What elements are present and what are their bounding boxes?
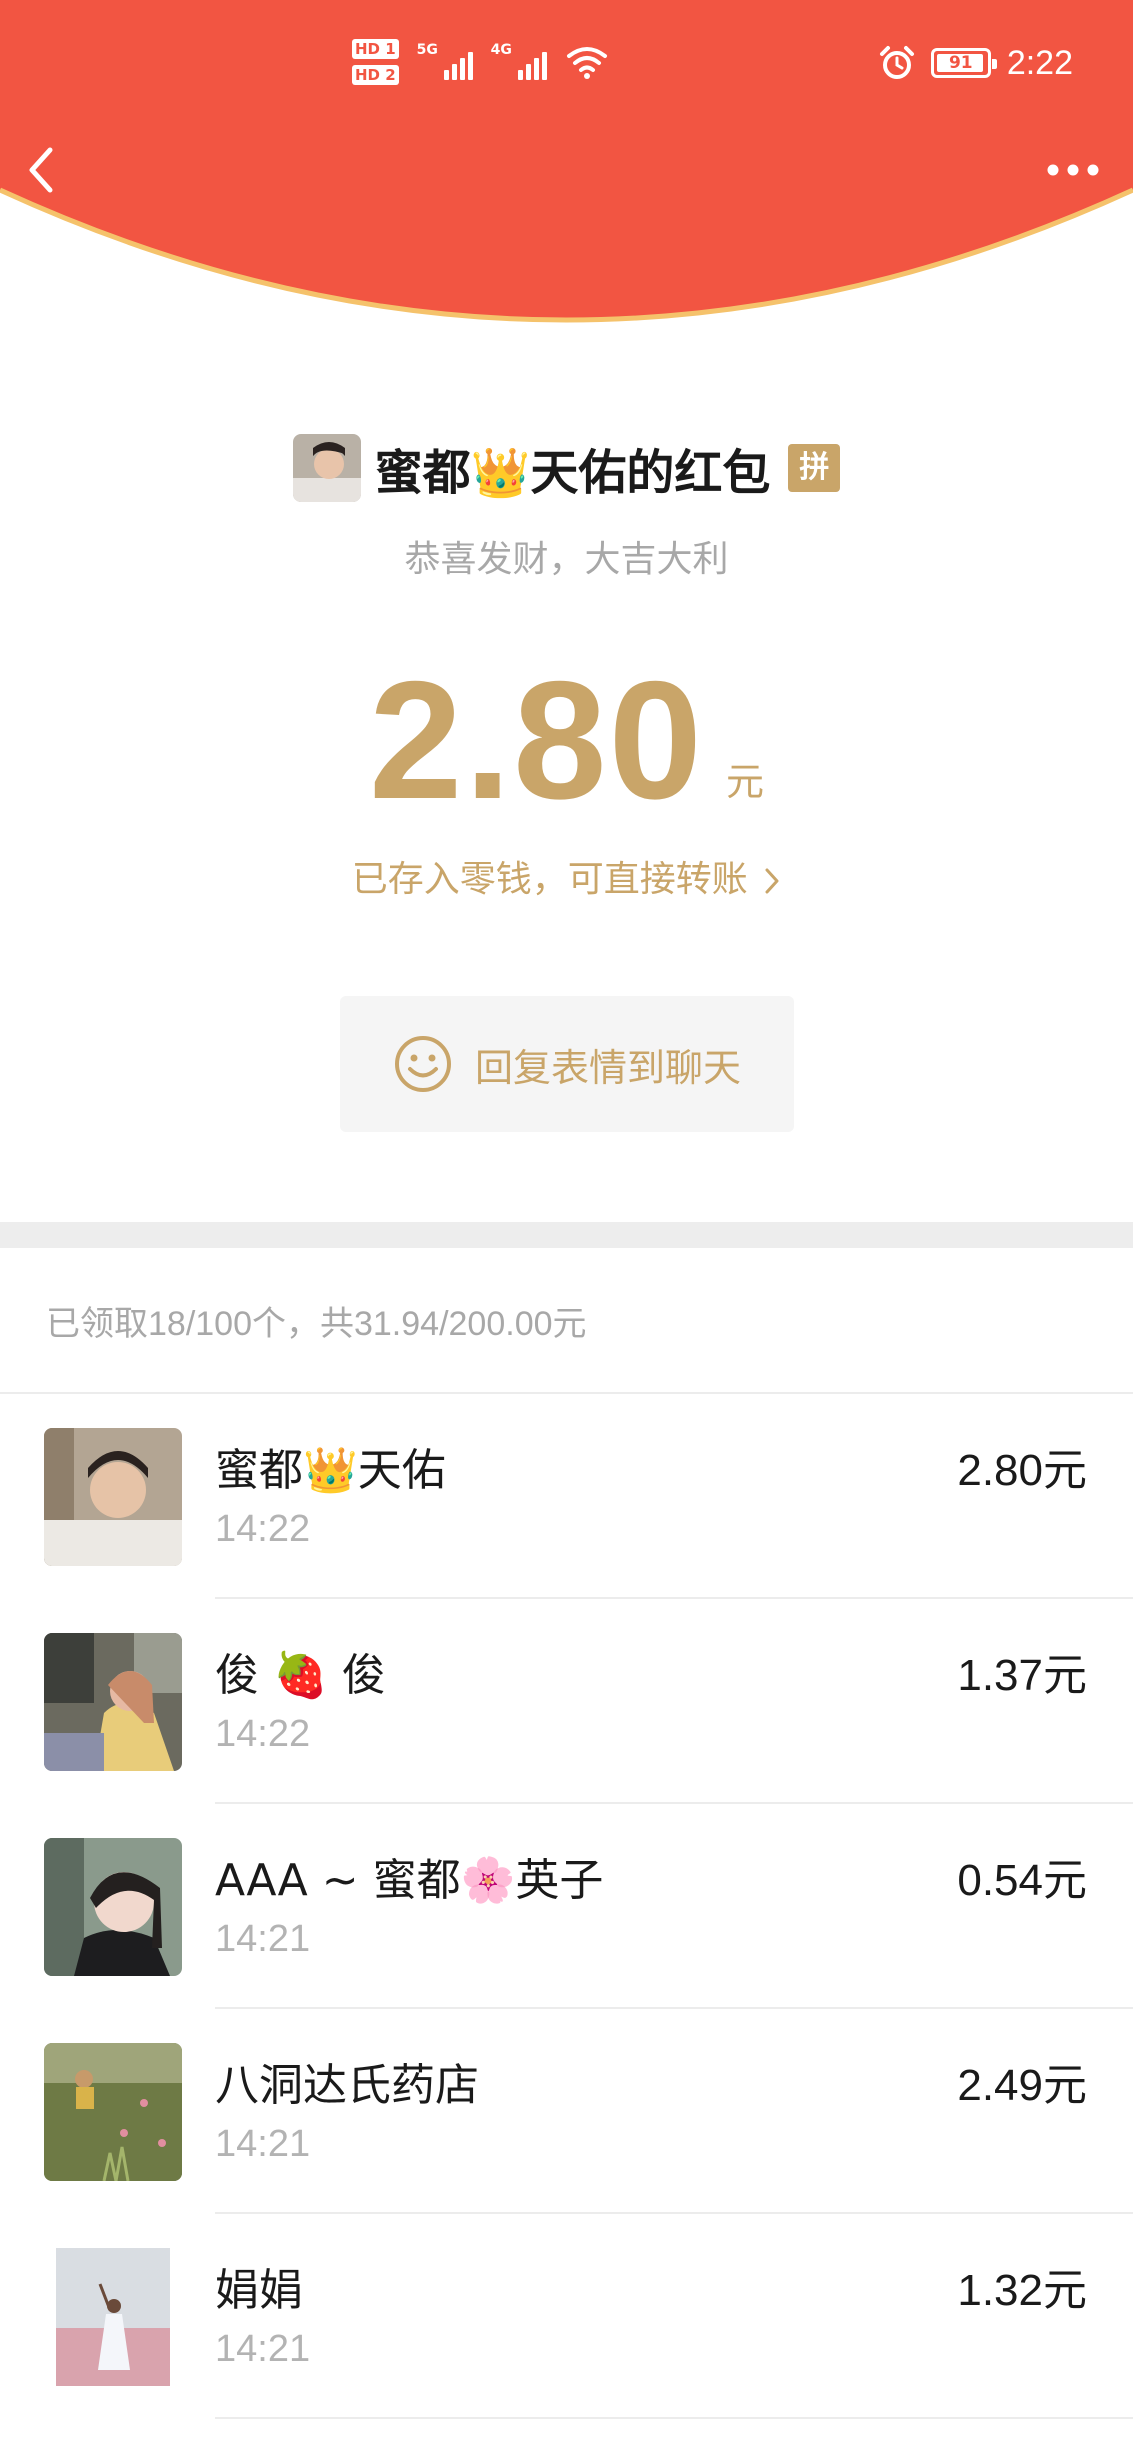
change-link-label: 已存入零钱，可直接转账 [351, 859, 748, 900]
amount-unit: 元 [725, 760, 764, 804]
list-item[interactable]: 娟娟 14:21 1.32元 [0, 2214, 1133, 2419]
sender-avatar[interactable] [292, 434, 361, 502]
status-bar: HD 1 HD 2 5G 4G 91 2:22 [0, 0, 1133, 120]
claim-summary: 已领取18/100个，共31.94/200.00元 [46, 1305, 587, 1343]
chevron-right-icon [765, 868, 779, 894]
sender-title: 蜜都👑天佑的红包 [374, 445, 771, 501]
amount-value: 2.80 [369, 646, 704, 834]
receiver-amount: 1.37元 [957, 1651, 1087, 1700]
more-dots-icon[interactable] [1043, 150, 1103, 190]
sim-tags: HD 1 HD 2 [352, 39, 399, 85]
receiver-time: 14:21 [215, 2328, 311, 2370]
avatar [44, 2043, 182, 2181]
avatar [44, 1838, 182, 1976]
receiver-name: 蜜都👑天佑 [215, 1445, 446, 1496]
blessing-text: 恭喜发财，大吉大利 [404, 539, 729, 580]
avatar [44, 2248, 182, 2386]
sender-line: 蜜都👑天佑的红包 拼 [0, 428, 1133, 508]
status-time: 2:22 [1006, 43, 1073, 82]
group-badge: 拼 [788, 444, 841, 492]
list-item[interactable]: 俊 🍓 俊 14:22 1.37元 [0, 1599, 1133, 1804]
wifi-icon [566, 47, 607, 79]
alarm-icon [879, 46, 914, 79]
signal-1-icon: 5G [417, 42, 473, 82]
sim1-label: HD 1 [352, 39, 399, 59]
battery-percent: 91 [948, 53, 973, 73]
reply-button-label: 回复表情到聊天 [474, 1045, 741, 1090]
section-divider [0, 1222, 1133, 1248]
signal-cluster: HD 1 HD 2 5G 4G [352, 30, 609, 94]
receiver-amount: 0.54元 [957, 1856, 1087, 1905]
network2-label: 4G [490, 42, 512, 58]
receiver-amount: 2.49元 [957, 2061, 1087, 2110]
avatar [44, 1633, 182, 1771]
receiver-list: 蜜都👑天佑 14:22 2.80元 俊 🍓 俊 14:22 1.37元 AAA … [0, 1394, 1133, 2419]
sim1-tag: HD 1 [352, 39, 399, 59]
right-status: 91 2:22 [879, 38, 1073, 88]
red-envelope-header: HD 1 HD 2 5G 4G 91 2:22 [0, 0, 1133, 340]
receiver-name: AAA ~ 蜜都🌸英子 [215, 1855, 604, 1906]
change-link[interactable]: 已存入零钱，可直接转账 [0, 850, 1133, 902]
list-item[interactable]: 蜜都👑天佑 14:22 2.80元 [0, 1394, 1133, 1599]
receiver-time: 14:22 [215, 1713, 311, 1755]
network1-label: 5G [416, 42, 438, 58]
receiver-name: 娟娟 [215, 2265, 303, 2316]
smile-icon [394, 1036, 451, 1092]
receiver-time: 14:21 [215, 2123, 311, 2165]
receiver-time: 14:21 [215, 1918, 311, 1960]
receiver-name: 俊 🍓 俊 [215, 1650, 386, 1701]
reply-emoji-button[interactable]: 回复表情到聊天 [340, 996, 794, 1132]
sim2-tag: HD 2 [352, 65, 399, 85]
receiver-time: 14:22 [215, 1508, 311, 1550]
receiver-name: 八洞达氏药店 [215, 2060, 479, 2111]
avatar [44, 1428, 182, 1566]
receiver-amount: 1.32元 [957, 2266, 1087, 2315]
sim2-label: HD 2 [352, 65, 399, 85]
row-divider [215, 2417, 1133, 2419]
list-item[interactable]: AAA ~ 蜜都🌸英子 14:21 0.54元 [0, 1804, 1133, 2009]
battery-icon: 91 [930, 48, 997, 78]
list-item[interactable]: 八洞达氏药店 14:21 2.49元 [0, 2009, 1133, 2214]
amount-row: 2.80 元 [0, 650, 1133, 830]
receiver-amount: 2.80元 [957, 1446, 1087, 1495]
signal-2-icon: 4G [491, 42, 547, 82]
back-arrow-icon[interactable] [22, 140, 62, 200]
